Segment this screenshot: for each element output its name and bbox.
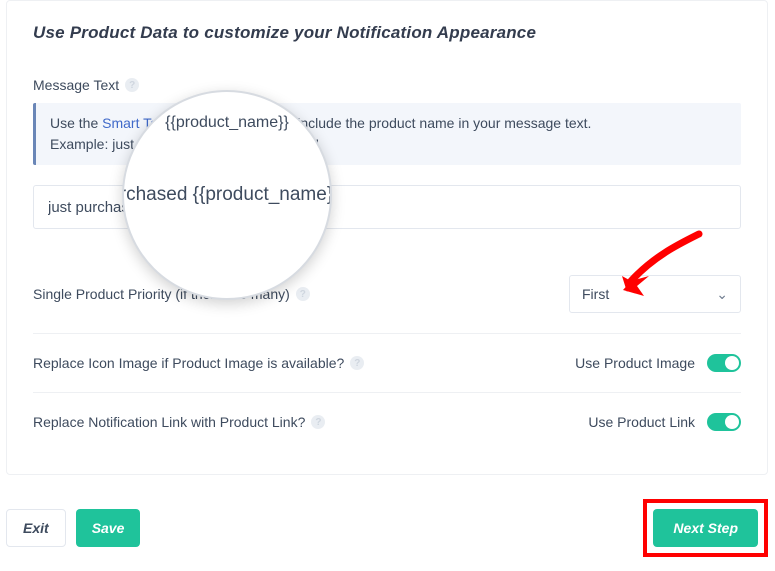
chevron-down-icon: ⌄ — [716, 286, 728, 303]
replace-icon-label: Replace Icon Image if Product Image is a… — [33, 355, 344, 371]
magnifier-main-text: urchased {{product_name}}! — [122, 184, 332, 206]
message-text-label: Message Text — [33, 77, 119, 93]
priority-select[interactable]: First ⌄ — [569, 275, 741, 313]
settings-card: Use Product Data to customize your Notif… — [6, 0, 768, 475]
use-product-image-toggle[interactable] — [707, 354, 741, 372]
magnifier-overlay: {{product_name}} urchased {{product_name… — [122, 90, 332, 300]
help-icon[interactable]: ? — [311, 415, 325, 429]
next-step-button[interactable]: Next Step — [653, 509, 758, 547]
replace-link-value-label: Use Product Link — [588, 414, 695, 430]
help-icon[interactable]: ? — [296, 287, 310, 301]
footer-bar: Exit Save Next Step — [6, 499, 768, 557]
exit-button[interactable]: Exit — [6, 509, 66, 547]
save-button[interactable]: Save — [76, 509, 141, 547]
callout-text-prefix: Use the — [50, 115, 102, 131]
use-product-link-toggle[interactable] — [707, 413, 741, 431]
priority-selected: First — [582, 286, 609, 302]
replace-link-label: Replace Notification Link with Product L… — [33, 414, 305, 430]
page-title: Use Product Data to customize your Notif… — [33, 23, 741, 43]
help-icon[interactable]: ? — [350, 356, 364, 370]
magnifier-top-text: {{product_name}} — [124, 114, 330, 132]
next-step-highlight: Next Step — [643, 499, 768, 557]
help-icon[interactable]: ? — [125, 78, 139, 92]
replace-icon-value-label: Use Product Image — [575, 355, 695, 371]
